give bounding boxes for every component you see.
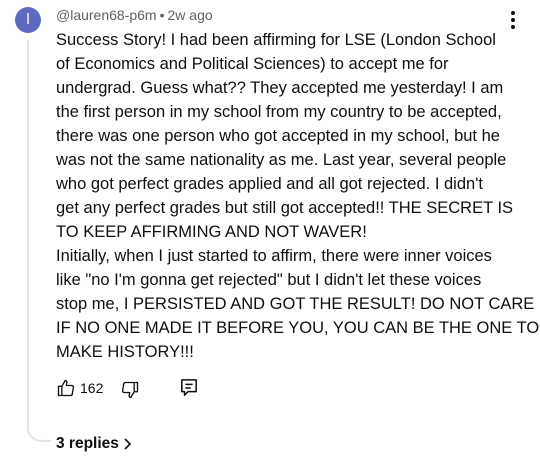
comment-body-line: get any perfect grades but still got acc… (56, 199, 514, 217)
comment-body-line: undergrad. Guess what?? They accepted me… (56, 79, 504, 97)
comment: l @lauren68-p6m • 2w ago Success Story! I … (0, 0, 540, 458)
comment-body-line: was not the same nationality as me. Last… (56, 151, 507, 169)
menu-dot (511, 18, 515, 22)
menu-dot (511, 11, 515, 15)
comment-body-line: of Economics and Political Sciences) to … (56, 55, 449, 73)
comment-body-line: IF NO ONE MADE IT BEFORE YOU, YOU CAN BE… (56, 319, 540, 337)
comment-time[interactable]: 2w ago (168, 7, 213, 23)
reply-icon (181, 379, 197, 396)
replies-toggle[interactable]: 3 replies (56, 433, 133, 455)
header-separator: • (159, 7, 165, 23)
comment-body: Success Story! I had been affirming for … (56, 28, 540, 364)
avatar[interactable]: l (15, 7, 41, 33)
comment-body-line: MAKE HISTORY!!! (56, 343, 194, 361)
comment-body-line: who got perfect grades applied and all g… (56, 175, 483, 193)
thumbs-up-icon (57, 379, 75, 397)
comment-body-line: stop me, I PERSISTED AND GOT THE RESULT!… (56, 295, 535, 313)
comment-body-line: the first person in my school from my co… (56, 103, 502, 121)
comment-body-line: there was one person who got accepted in… (56, 127, 500, 145)
author-handle[interactable]: @lauren68-p6m (56, 7, 157, 23)
comment-body-line: Success Story! I had been affirming for … (56, 31, 496, 49)
replies-label: 3 replies (56, 435, 119, 452)
comment-body-line: like "no I'm gonna get rejected" but I d… (56, 271, 482, 289)
dislike-button[interactable] (120, 376, 142, 400)
comment-body-line: Initially, when I just started to affirm… (56, 247, 492, 265)
thread-connector-line (27, 40, 51, 442)
comment-body-line: TO KEEP AFFIRMING AND NOT WAVER! (56, 223, 367, 241)
comment-header: @lauren68-p6m • 2w ago (56, 5, 213, 25)
thumbs-down-icon (121, 381, 139, 399)
chevron-right-icon (124, 438, 132, 450)
reply-button[interactable] (178, 376, 200, 400)
like-count: 162 (80, 380, 104, 396)
like-button[interactable]: 162 (56, 376, 116, 400)
